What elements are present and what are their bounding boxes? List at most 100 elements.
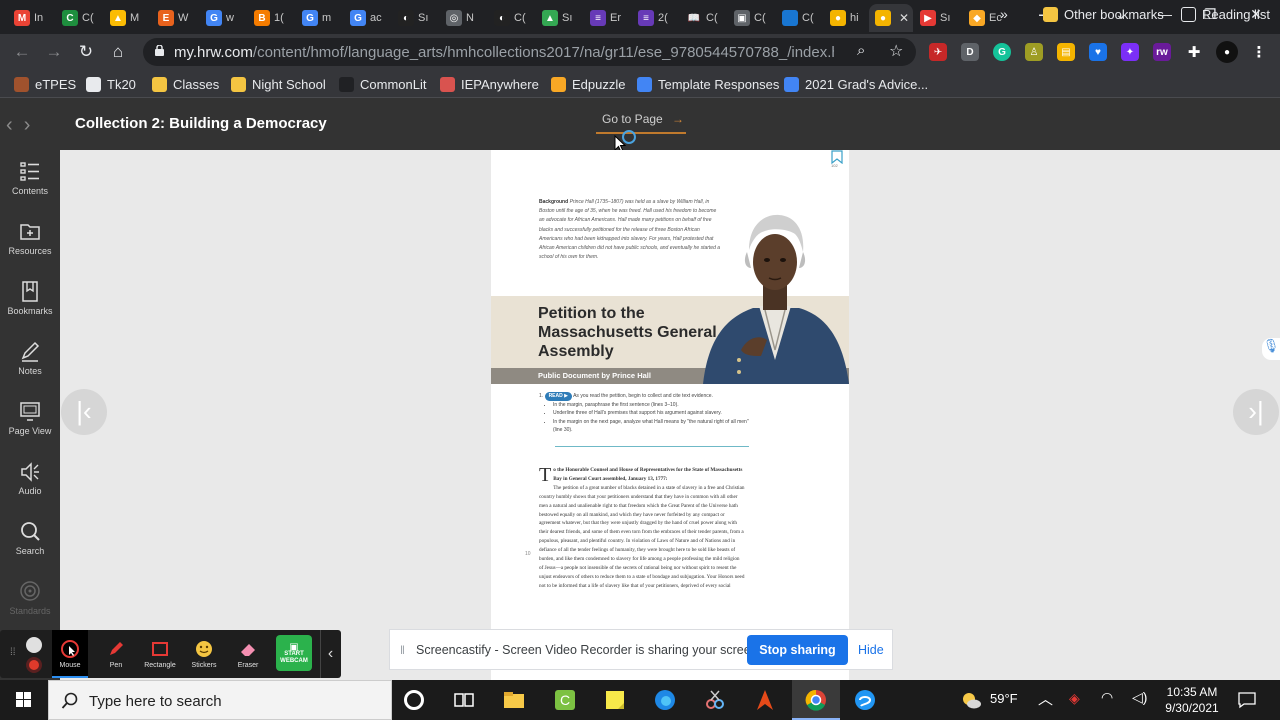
zoom-icon[interactable]: ⌕ bbox=[857, 42, 865, 59]
grammarly-icon[interactable]: G bbox=[993, 43, 1011, 61]
browser-tab[interactable]: ≡ 2( bbox=[632, 4, 679, 32]
sticky-notes-icon[interactable] bbox=[603, 688, 627, 712]
close-tab-icon[interactable]: ✕ bbox=[899, 11, 909, 25]
other-bookmarks-folder[interactable]: Other bookmarks bbox=[1043, 5, 1164, 23]
reading-list-button[interactable]: Reading list bbox=[1181, 5, 1270, 23]
sidebar-item-resources[interactable]: Resources bbox=[0, 210, 60, 264]
gmail-icon: M bbox=[14, 10, 30, 26]
browser-tab[interactable]: 👤 C( bbox=[776, 4, 823, 32]
weather-icon[interactable] bbox=[960, 690, 982, 710]
taskbar-search-box[interactable]: Type here to search bbox=[48, 680, 392, 720]
sidebar-item-bookmarks[interactable]: Bookmarks bbox=[0, 270, 60, 324]
notifications-icon[interactable] bbox=[1238, 691, 1256, 709]
chat-app-icon[interactable] bbox=[853, 688, 877, 712]
extension-icon[interactable]: ▤ bbox=[1057, 43, 1075, 61]
cortana-icon[interactable] bbox=[404, 690, 424, 710]
bookmark-item[interactable]: IEPAnywhere bbox=[440, 75, 539, 93]
stop-recording-button[interactable] bbox=[26, 657, 42, 673]
screencastify-tool-start-webcam[interactable]: ▣ START WEBCAM bbox=[274, 630, 314, 678]
sidebar-item-page-view[interactable]: Page View bbox=[0, 390, 60, 444]
screencastify-tool-rectangle[interactable]: Rectangle bbox=[140, 630, 180, 678]
screencastify-tool-mouse[interactable]: Mouse bbox=[52, 630, 88, 678]
pause-recording-button[interactable] bbox=[26, 637, 42, 653]
browser-tab[interactable]: ▣ C( bbox=[728, 4, 775, 32]
extension-icon[interactable]: ✈ bbox=[929, 43, 947, 61]
chrome-menu-icon[interactable]: ⋮ bbox=[1250, 43, 1268, 61]
browser-tab[interactable]: M In bbox=[8, 4, 55, 32]
browser-tab[interactable]: 📖 C( bbox=[680, 4, 727, 32]
extension-icon[interactable]: ♙ bbox=[1025, 43, 1043, 61]
bookmark-item[interactable]: Tk20 bbox=[86, 75, 136, 93]
back-button[interactable]: ← bbox=[10, 40, 34, 64]
go-to-page-input[interactable]: Go to Page → bbox=[596, 112, 686, 134]
collapse-toolbar-button[interactable]: ‹ bbox=[320, 630, 340, 678]
browser-tab[interactable]: ▲ Sı bbox=[536, 4, 583, 32]
browser-tab[interactable]: EW bbox=[152, 4, 199, 32]
file-explorer-icon[interactable] bbox=[502, 688, 526, 712]
extension-icon[interactable]: ♥ bbox=[1089, 43, 1107, 61]
page-bookmark-icon[interactable] bbox=[831, 150, 843, 164]
system-clock[interactable]: 10:35 AM 9/30/2021 bbox=[1160, 684, 1224, 716]
extension-icon[interactable]: ✦ bbox=[1121, 43, 1139, 61]
sidebar-label: Audio bbox=[18, 486, 42, 496]
browser-tab[interactable]: ▶ Sı bbox=[914, 4, 962, 32]
windows-start-icon[interactable] bbox=[0, 680, 48, 720]
previous-page-button[interactable]: |‹ bbox=[61, 389, 107, 435]
next-page-button[interactable]: ›| bbox=[1233, 389, 1279, 435]
screencastify-tool-stickers[interactable]: Stickers bbox=[184, 630, 224, 678]
go-arrow-icon[interactable]: → bbox=[672, 112, 684, 126]
bookmark-star-icon[interactable]: ☆ bbox=[889, 41, 903, 61]
microphone-icon[interactable]: 🎙 bbox=[1262, 338, 1280, 360]
wifi-icon[interactable]: ◠ bbox=[1101, 689, 1113, 706]
browser-tab[interactable]: ◎ N bbox=[440, 4, 487, 32]
profile-avatar[interactable]: ● bbox=[1216, 41, 1238, 63]
bookmarks-overflow-button[interactable]: » bbox=[1000, 5, 1008, 23]
collection-title: Collection 2: Building a Democracy bbox=[75, 115, 327, 132]
extension-icon[interactable]: rw bbox=[1153, 43, 1171, 61]
browser-tab[interactable]: ◐ Sı bbox=[392, 4, 439, 32]
bookmark-item[interactable]: CommonLit bbox=[339, 75, 426, 93]
extension-icon[interactable]: D bbox=[961, 43, 979, 61]
browser-tab[interactable]: ▲ M bbox=[104, 4, 151, 32]
snipping-tool-icon[interactable] bbox=[703, 688, 727, 712]
chrome-taskbar-button[interactable] bbox=[792, 680, 840, 720]
tray-app-icon[interactable]: ◈ bbox=[1069, 690, 1080, 707]
stop-sharing-button[interactable]: Stop sharing bbox=[747, 635, 848, 665]
browser-tab[interactable]: C C( bbox=[56, 4, 103, 32]
history-arrows[interactable]: ‹ › bbox=[6, 114, 30, 137]
bookmark-item[interactable]: Template Responses bbox=[637, 75, 779, 93]
address-bar[interactable]: my.hrw.com/content/hmof/language_arts/hm… bbox=[143, 38, 916, 66]
sidebar-item-audio[interactable]: Audio bbox=[0, 450, 60, 504]
temperature[interactable]: 59°F bbox=[990, 691, 1018, 706]
bookmark-item[interactable]: Classes bbox=[152, 75, 219, 93]
sidebar-item-contents[interactable]: Contents bbox=[0, 150, 60, 204]
browser-tab[interactable]: ● ✕ bbox=[869, 4, 913, 32]
extensions-puzzle-icon[interactable]: ✚ bbox=[1185, 43, 1203, 61]
sidebar-item-search[interactable]: Search bbox=[0, 510, 60, 564]
drag-handle-icon[interactable]: ⁞⁞ bbox=[10, 647, 16, 658]
screencastify-tool-eraser[interactable]: Eraser bbox=[228, 630, 268, 678]
bookmark-item[interactable]: Night School bbox=[231, 75, 326, 93]
recorder-app-icon[interactable] bbox=[753, 688, 777, 712]
reload-button[interactable]: ↻ bbox=[74, 40, 98, 64]
edge-icon[interactable] bbox=[653, 688, 677, 712]
browser-tab[interactable]: Gm bbox=[296, 4, 343, 32]
bookmark-item[interactable]: Edpuzzle bbox=[551, 75, 625, 93]
task-view-icon[interactable] bbox=[452, 688, 476, 712]
tray-expand-icon[interactable]: ︿ bbox=[1038, 688, 1053, 709]
sidebar-item-notes[interactable]: Notes bbox=[0, 330, 60, 384]
screencastify-tool-pen[interactable]: Pen bbox=[96, 630, 136, 678]
bookmark-item[interactable]: eTPES bbox=[14, 75, 76, 93]
home-button[interactable]: ⌂ bbox=[106, 40, 130, 64]
bookmark-item[interactable]: 2021 Grad's Advice... bbox=[784, 75, 928, 93]
hide-button[interactable]: Hide bbox=[858, 643, 884, 657]
browser-tab[interactable]: Gac bbox=[344, 4, 391, 32]
forward-button[interactable]: → bbox=[42, 40, 66, 64]
browser-tab[interactable]: B 1( bbox=[248, 4, 295, 32]
browser-tab[interactable]: ◐ C( bbox=[488, 4, 535, 32]
classroom-app-icon[interactable]: C bbox=[553, 688, 577, 712]
browser-tab[interactable]: ● hi bbox=[824, 4, 868, 32]
browser-tab[interactable]: ≡ Er bbox=[584, 4, 631, 32]
browser-tab[interactable]: Gw bbox=[200, 4, 247, 32]
volume-icon[interactable]: ◁) bbox=[1132, 689, 1147, 706]
